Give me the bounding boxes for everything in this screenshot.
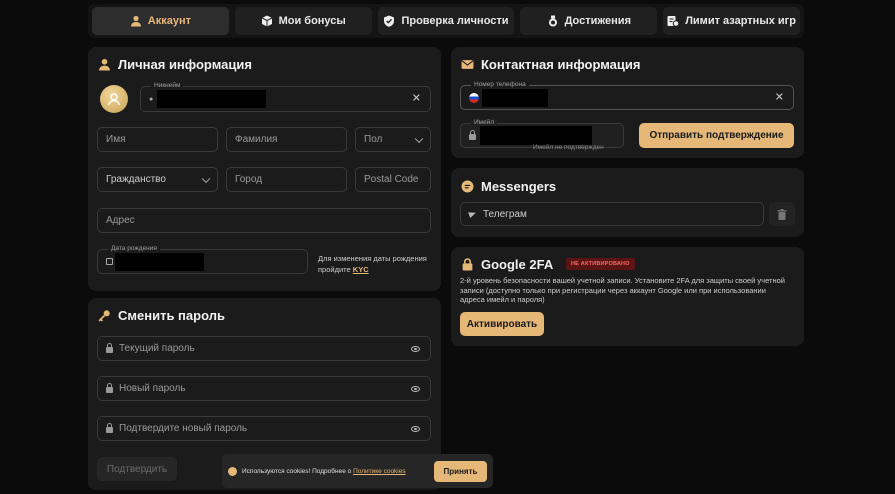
padlock-icon (462, 258, 473, 271)
current-password-placeholder: Текущий пароль (119, 343, 195, 354)
cookie-banner: Используются cookies! Подробнее о Полити… (222, 454, 493, 488)
delete-messenger-button[interactable] (769, 202, 795, 226)
chevron-down-icon (414, 134, 424, 143)
city-placeholder: Город (235, 174, 263, 185)
accept-cookies-button[interactable]: Принять (434, 460, 487, 482)
confirm-password-input[interactable]: Подтвердите новый пароль (97, 416, 431, 441)
eye-icon[interactable] (411, 425, 420, 432)
user-small-icon: ● (149, 95, 154, 103)
avatar-user-icon (107, 93, 121, 106)
kyc-note: Для изменения даты рождения пройдите KYC (318, 253, 433, 275)
gender-placeholder: Пол (364, 134, 383, 145)
lock-icon (106, 343, 113, 353)
address-input[interactable]: Адрес (97, 208, 431, 233)
phone-field[interactable]: Номер телефона ✕ (460, 81, 794, 110)
tab-label: Достижения (564, 15, 631, 27)
nickname-label: Никнейм (151, 82, 184, 89)
telegram-input[interactable]: Телеграм (460, 202, 764, 226)
status-badge: НЕ АКТИВИРОВАНО (566, 258, 635, 270)
lock-icon (106, 423, 113, 433)
birthdate-field[interactable]: Дата рождения (97, 245, 308, 274)
redacted-value (482, 89, 548, 107)
last-name-placeholder: Фамилия (235, 134, 278, 145)
eye-icon[interactable] (411, 345, 420, 352)
kyc-link[interactable]: KYC (353, 265, 369, 274)
lock-icon (469, 130, 476, 140)
redacted-value (157, 90, 266, 108)
kyc-note-text: Для изменения даты рождения пройдите (318, 254, 427, 274)
last-name-input[interactable]: Фамилия (226, 127, 347, 152)
trash-icon (777, 208, 787, 220)
account-tabs: Аккаунт Мои бонусы Проверка личности Дос… (88, 4, 804, 38)
russia-flag-icon (469, 92, 479, 103)
lock-icon (106, 383, 113, 393)
tab-label: Аккаунт (147, 15, 192, 27)
user-icon (99, 58, 110, 71)
messengers-title: Messengers (461, 179, 556, 194)
cookie-icon (228, 466, 237, 476)
shield-icon (383, 15, 395, 27)
email-label: Имейл (471, 119, 498, 126)
key-icon (98, 310, 110, 322)
avatar[interactable] (100, 85, 128, 113)
tab-label: Лимит азартных игр (685, 15, 796, 27)
cookie-text: Используются cookies! Подробнее о Полити… (242, 468, 406, 475)
postal-code-input[interactable]: Postal Code (355, 167, 431, 192)
first-name-input[interactable]: Имя (97, 127, 218, 152)
clear-icon[interactable]: ✕ (412, 93, 421, 105)
limit-icon (667, 15, 680, 27)
citizenship-placeholder: Гражданство (106, 174, 166, 185)
change-password-title: Сменить пароль (98, 308, 225, 323)
redacted-value (115, 253, 204, 271)
confirm-password-button[interactable]: Подтвердить (97, 457, 177, 481)
contact-info-title: Контактная информация (461, 57, 640, 72)
redacted-value (480, 126, 592, 145)
city-input[interactable]: Город (226, 167, 347, 192)
cookie-text-label: Используются cookies! Подробнее о (242, 467, 352, 475)
new-password-placeholder: Новый пароль (119, 383, 186, 394)
tab-label: Мои бонусы (278, 15, 346, 27)
tab-verification[interactable]: Проверка личности (377, 7, 515, 35)
tab-account[interactable]: Аккаунт (92, 7, 229, 35)
activate-2fa-button[interactable]: Активировать (460, 312, 544, 336)
cookie-policy-link[interactable]: Политике cookies (353, 468, 406, 475)
tab-bonuses[interactable]: Мои бонусы (234, 7, 372, 35)
first-name-placeholder: Имя (106, 134, 126, 145)
citizenship-select[interactable]: Гражданство (97, 167, 218, 192)
google-2fa-title: Google 2FA (461, 257, 553, 272)
email-unconfirmed-hint: Имейл не подтвержден (533, 144, 604, 151)
confirm-password-placeholder: Подтвердите новый пароль (119, 423, 248, 434)
clear-icon[interactable]: ✕ (775, 92, 784, 103)
telegram-icon (468, 209, 477, 219)
personal-info-title: Личная информация (98, 57, 252, 72)
phone-label: Номер телефона (471, 81, 529, 88)
chevron-down-icon (201, 174, 211, 183)
birthdate-label: Дата рождения (108, 245, 160, 252)
tab-label: Проверка личности (401, 15, 509, 27)
send-confirmation-button[interactable]: Отправить подтверждение (639, 123, 794, 148)
tab-gambling-limit[interactable]: Лимит азартных игр (663, 7, 800, 35)
calendar-icon (106, 258, 113, 265)
eye-icon[interactable] (411, 385, 420, 392)
gender-select[interactable]: Пол (355, 127, 431, 152)
envelope-icon (461, 60, 474, 69)
current-password-input[interactable]: Текущий пароль (97, 336, 431, 361)
postal-code-placeholder: Postal Code (364, 174, 419, 185)
telegram-placeholder: Телеграм (483, 208, 527, 220)
cube-icon (261, 15, 273, 27)
user-icon (130, 15, 142, 27)
medal-icon (547, 15, 559, 27)
nickname-field[interactable]: Никнейм ● ✕ (140, 82, 431, 112)
chat-icon (461, 180, 474, 193)
tab-achievements[interactable]: Достижения (520, 7, 658, 35)
new-password-input[interactable]: Новый пароль (97, 376, 431, 401)
google-2fa-description: 2-й уровень безопасности вашей учетной з… (460, 276, 785, 304)
address-placeholder: Адрес (106, 215, 135, 226)
